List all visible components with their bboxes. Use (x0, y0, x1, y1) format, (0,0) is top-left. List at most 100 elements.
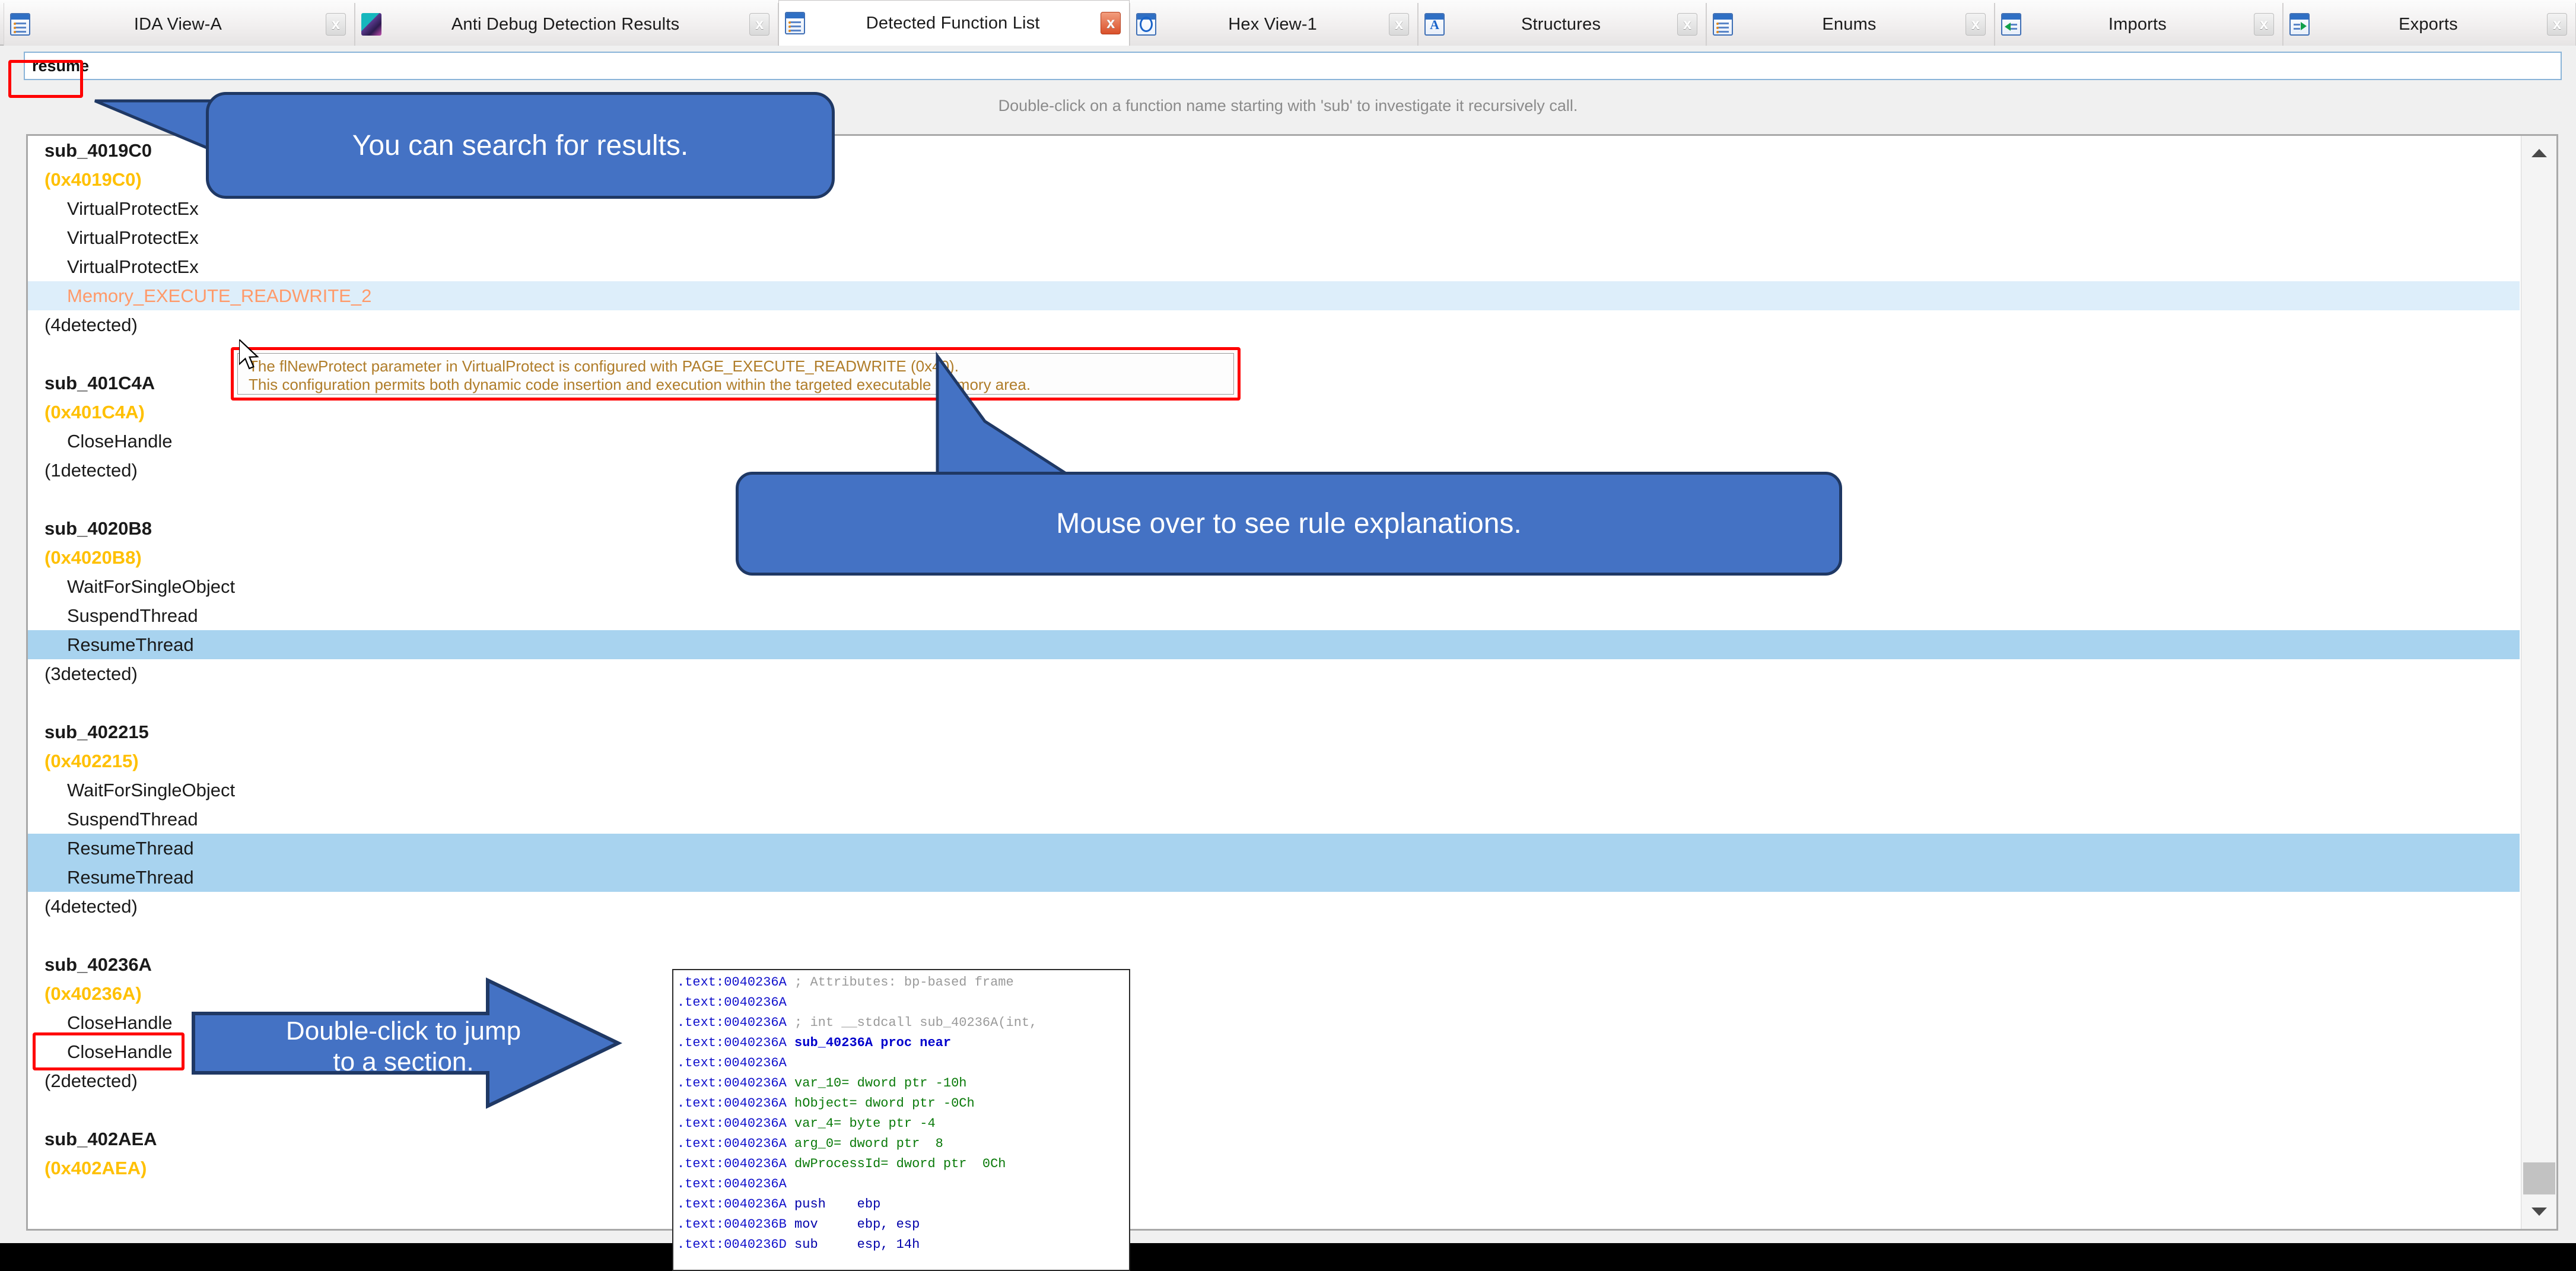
tab-detected-function-list[interactable]: Detected Function List x (778, 0, 1130, 46)
tab-label: Hex View-1 (1228, 14, 1318, 34)
ida-application-window: IDA View-A x Anti Debug Detection Results x… (0, 0, 2576, 1243)
tab-close-icon[interactable]: x (1389, 13, 1410, 36)
tab-label: Imports (2108, 14, 2167, 34)
list-item[interactable]: VirtualProtectEx (28, 223, 2520, 252)
disassembly-line: .text:0040236A (677, 1053, 1129, 1073)
disassembly-text: dwProcessId= dword ptr 0Ch (786, 1156, 1006, 1171)
disassembly-line: .text:0040236A (677, 993, 1129, 1013)
callout-mouseover-text: Mouse over to see rule explanations. (1056, 508, 1522, 539)
disassembly-text: var_4= byte ptr -4 (786, 1116, 936, 1131)
tab-label: Anti Debug Detection Results (451, 14, 680, 34)
list-item[interactable]: CloseHandle (28, 427, 2520, 456)
chevron-down-icon (2531, 1208, 2547, 1216)
disassembly-text: ; Attributes: bp-based frame (786, 975, 1014, 990)
tab-label: IDA View-A (133, 14, 222, 34)
tab-close-icon[interactable]: x (749, 13, 770, 36)
callout-doubleclick: Double-click to jump to a section. (196, 1000, 611, 1092)
list-item[interactable]: Memory_EXECUTE_READWRITE_2 (28, 281, 2520, 310)
ida-view-icon (785, 12, 806, 34)
tab-close-icon[interactable]: x (325, 13, 346, 36)
list-item[interactable]: VirtualProtectEx (28, 252, 2520, 281)
tab-imports[interactable]: Imports x (1994, 3, 2283, 46)
chevron-up-icon (2531, 149, 2547, 157)
scroll-down-button[interactable] (2521, 1194, 2556, 1229)
callout-doubleclick-line-2: to a section. (333, 1047, 474, 1076)
list-item[interactable]: SuspendThread (28, 805, 2520, 834)
photo-icon (361, 13, 381, 36)
callout-mouseover: Mouse over to see rule explanations. (736, 472, 1842, 576)
disassembly-address: .text:0040236A (677, 1056, 787, 1070)
ida-view-icon (10, 13, 30, 36)
tab-label: Structures (1521, 14, 1601, 34)
list-item[interactable]: ResumeThread (28, 630, 2520, 659)
list-item[interactable]: sub_40236A (28, 950, 2520, 979)
list-item[interactable]: (3detected) (28, 659, 2520, 688)
disassembly-address: .text:0040236A (677, 995, 787, 1010)
disassembly-address: .text:0040236B (677, 1217, 787, 1232)
tab-ida-view-a[interactable]: IDA View-A x (4, 3, 355, 46)
tab-enums[interactable]: Enums x (1706, 3, 1995, 46)
tab-close-icon[interactable]: x (1101, 12, 1121, 34)
callout-search-text: You can search for results. (352, 129, 689, 161)
structures-icon: A (1424, 13, 1445, 36)
list-item[interactable]: (0x401C4A) (28, 398, 2520, 427)
disassembly-line: .text:0040236A sub_40236A proc near (677, 1033, 1129, 1053)
list-item[interactable]: (4detected) (28, 310, 2520, 339)
scroll-up-button[interactable] (2521, 136, 2556, 170)
disassembly-line: .text:0040236A ; int __stdcall sub_40236… (677, 1013, 1129, 1033)
disassembly-line: .text:0040236A hObject= dword ptr -0Ch (677, 1094, 1129, 1114)
disassembly-line: .text:0040236A var_10= dword ptr -10h (677, 1073, 1129, 1094)
list-item[interactable]: WaitForSingleObject (28, 572, 2520, 601)
disassembly-line: .text:0040236A (677, 1174, 1129, 1194)
disassembly-text: ; int __stdcall sub_40236A(int, (786, 1015, 1038, 1030)
disassembly-line: .text:0040236A dwProcessId= dword ptr 0C… (677, 1154, 1129, 1174)
disassembly-line: .text:0040236B mov ebp, esp (677, 1215, 1129, 1235)
disassembly-line: .text:0040236D sub esp, 14h (677, 1235, 1129, 1255)
disassembly-address: .text:0040236A (677, 1035, 787, 1050)
tab-close-icon[interactable]: x (2253, 13, 2274, 36)
disassembly-address: .text:0040236A (677, 1116, 787, 1131)
list-item[interactable]: (4detected) (28, 892, 2520, 921)
tab-exports[interactable]: Exports x (2282, 3, 2576, 46)
disassembly-address: .text:0040236A (677, 1156, 787, 1171)
disassembly-line: .text:0040236A arg_0= dword ptr 8 (677, 1134, 1129, 1154)
tab-close-icon[interactable]: x (2547, 13, 2568, 36)
list-item[interactable]: sub_402215 (28, 717, 2520, 746)
disassembly-line: .text:0040236A ; Attributes: bp-based fr… (677, 973, 1129, 993)
disassembly-text: arg_0= dword ptr 8 (786, 1136, 943, 1151)
list-item[interactable]: WaitForSingleObject (28, 776, 2520, 805)
disassembly-address: .text:0040236A (677, 1197, 787, 1212)
callout-doubleclick-line-1: Double-click to jump (285, 1016, 521, 1046)
list-item[interactable]: SuspendThread (28, 601, 2520, 630)
list-item[interactable]: (0x402215) (28, 746, 2520, 776)
list-item[interactable]: (0x402AEA) (28, 1154, 2520, 1183)
bottom-black-strip (0, 1243, 2576, 1271)
disassembly-address: .text:0040236A (677, 975, 787, 990)
disassembly-address: .text:0040236A (677, 1177, 787, 1191)
hex-view-icon (1136, 13, 1157, 36)
list-item[interactable]: ResumeThread (28, 863, 2520, 892)
disassembly-line: .text:0040236A push ebp (677, 1194, 1129, 1215)
disassembly-text: hObject= dword ptr -0Ch (786, 1096, 975, 1111)
disassembly-address: .text:0040236A (677, 1136, 787, 1151)
hint-text: Double-click on a function name starting… (998, 96, 1578, 115)
tab-close-icon[interactable]: x (1677, 13, 1698, 36)
vertical-scrollbar[interactable] (2521, 136, 2556, 1229)
disassembly-address: .text:0040236D (677, 1237, 787, 1252)
tab-label: Enums (1822, 14, 1877, 34)
disassembly-text (787, 995, 794, 1010)
list-item[interactable]: sub_402AEA (28, 1124, 2520, 1154)
callout-search: You can search for results. (206, 92, 835, 199)
disassembly-text (787, 1177, 794, 1191)
tab-close-icon[interactable]: x (1965, 13, 1986, 36)
tab-anti-debug-detection-results[interactable]: Anti Debug Detection Results x (354, 3, 779, 46)
tab-hex-view-1[interactable]: Hex View-1 x (1130, 3, 1419, 46)
list-item[interactable]: ResumeThread (28, 834, 2520, 863)
tab-bar: IDA View-A x Anti Debug Detection Results x… (0, 0, 2576, 46)
disassembly-address: .text:0040236A (677, 1015, 787, 1030)
tab-structures[interactable]: A Structures x (1418, 3, 1707, 46)
disassembly-text: var_10= dword ptr -10h (786, 1076, 967, 1091)
disassembly-text: sub esp, 14h (786, 1237, 920, 1252)
disassembly-text: mov ebp, esp (786, 1217, 920, 1232)
